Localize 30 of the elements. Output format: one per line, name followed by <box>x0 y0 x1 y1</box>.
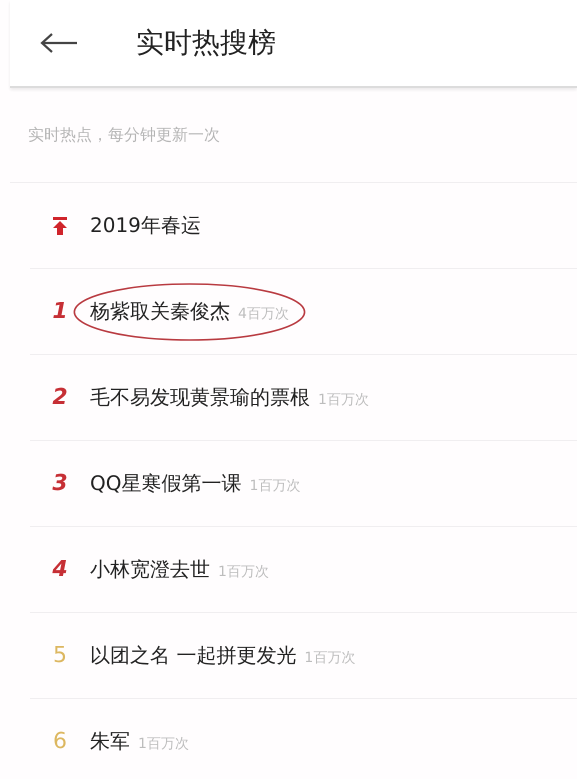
trending-row[interactable]: 6 朱军 1百万次 <box>30 699 577 779</box>
trending-row[interactable]: 2019年春运 <box>30 183 577 269</box>
trending-row[interactable]: 2 毛不易发现黄景瑜的票根 1百万次 <box>30 355 577 441</box>
rank-number: 2 <box>52 385 68 410</box>
topic-title: 2019年春运 <box>90 212 201 239</box>
trending-row[interactable]: 5 以团之名 一起拼更发光 1百万次 <box>30 613 577 699</box>
rank-number: 4 <box>52 557 68 582</box>
topic-title: 毛不易发现黄景瑜的票根 <box>90 384 310 411</box>
rank-number: 3 <box>52 471 68 496</box>
trending-row[interactable]: 4 小林宽澄去世 1百万次 <box>30 527 577 613</box>
subtitle: 实时热点，每分钟更新一次 <box>10 88 577 183</box>
rank-number: 5 <box>53 643 67 668</box>
pin-to-top-icon <box>52 216 68 236</box>
rank-number: 6 <box>53 729 67 754</box>
page-title: 实时热搜榜 <box>136 25 276 61</box>
search-count: 1百万次 <box>318 391 369 409</box>
rank-number: 1 <box>52 299 68 324</box>
search-count: 1百万次 <box>218 563 269 581</box>
topic-title: QQ星寒假第一课 <box>90 470 242 497</box>
trending-row[interactable]: 1 杨紫取关秦俊杰 4百万次 <box>30 269 577 355</box>
search-count: 1百万次 <box>304 649 356 667</box>
back-arrow-icon <box>40 32 78 54</box>
search-count: 4百万次 <box>238 305 289 323</box>
topic-title: 小林宽澄去世 <box>90 556 210 583</box>
search-count: 1百万次 <box>249 477 300 495</box>
search-count: 1百万次 <box>138 735 189 753</box>
topic-title: 以团之名 一起拼更发光 <box>90 642 296 669</box>
trending-row[interactable]: 3 QQ星寒假第一课 1百万次 <box>30 441 577 527</box>
topic-title: 朱军 <box>90 728 130 755</box>
topic-title: 杨紫取关秦俊杰 <box>90 298 230 325</box>
